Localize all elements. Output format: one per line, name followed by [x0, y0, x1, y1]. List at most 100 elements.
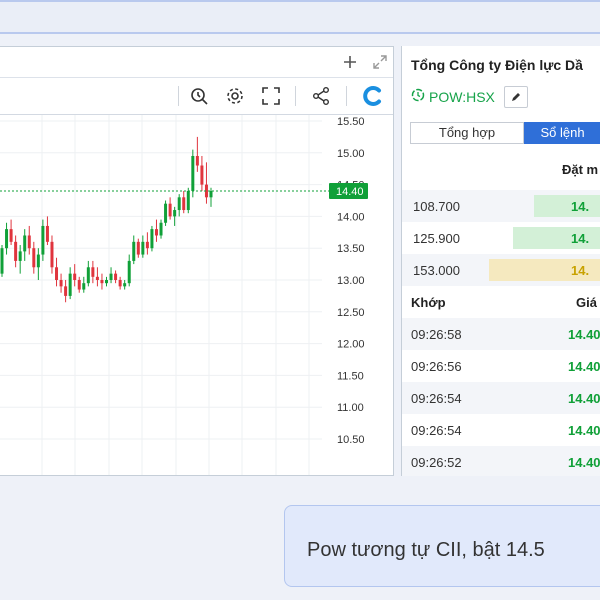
candle-body — [64, 286, 68, 296]
plus-icon[interactable] — [338, 50, 362, 74]
candle — [186, 187, 190, 214]
candle — [136, 238, 140, 258]
order-row[interactable]: 125.900 14. — [402, 222, 600, 254]
candle — [105, 276, 108, 287]
candle — [145, 232, 149, 255]
order-row[interactable]: 108.700 14. — [402, 190, 600, 222]
chart-toolbar — [0, 78, 393, 115]
candle — [86, 260, 90, 287]
match-row[interactable]: 09:26:54 14.40 — [402, 382, 600, 414]
candle-body — [132, 241, 136, 261]
candle-body — [95, 276, 99, 280]
y-tick-label: 10.50 — [337, 434, 365, 446]
y-tick-label: 12.00 — [337, 339, 365, 351]
match-row[interactable]: 09:26:54 14.40 — [402, 414, 600, 446]
match-time: 09:26:54 — [411, 391, 462, 406]
candle — [154, 219, 158, 242]
order-row[interactable]: 153.000 14. — [402, 254, 600, 286]
candle-body — [59, 280, 63, 287]
order-price: 14. — [571, 231, 590, 246]
candle-body — [150, 229, 154, 249]
candle — [109, 267, 113, 284]
match-price: 14.40 — [568, 327, 600, 342]
stock-info-panel: Tổng Công ty Điện lực Dầ POW:HSX Tổng hợ… — [401, 46, 600, 476]
candle — [177, 194, 181, 217]
match-price-header: Giá — [576, 295, 597, 310]
candle-body — [136, 241, 140, 255]
order-volume-bar: 14. — [534, 195, 600, 217]
candle-body — [186, 190, 190, 211]
candle — [127, 254, 131, 287]
candle-body — [73, 273, 77, 280]
candle-body — [154, 229, 158, 236]
candle-body — [100, 280, 104, 284]
share-icon[interactable] — [309, 84, 333, 108]
candle — [150, 225, 154, 252]
candle — [14, 235, 18, 268]
candle-body — [50, 241, 54, 268]
candle-body — [0, 248, 4, 274]
price-chart[interactable]: 15.5015.0014.5014.0013.5013.0012.5012.00… — [0, 115, 394, 476]
candle-body — [23, 235, 27, 252]
expand-icon[interactable] — [368, 50, 392, 74]
y-tick-label: 14.00 — [337, 211, 365, 223]
match-time: 09:26:54 — [411, 423, 462, 438]
candle — [9, 219, 13, 246]
fullscreen-icon[interactable] — [259, 84, 283, 108]
candle-body — [5, 229, 9, 249]
candle-body — [109, 273, 113, 280]
chart-panel: 15.5015.0014.5014.0013.5013.0012.5012.00… — [0, 46, 394, 476]
ticker-symbol[interactable]: POW:HSX — [429, 89, 495, 105]
candle — [27, 225, 31, 255]
candle — [164, 200, 168, 226]
candle — [36, 248, 40, 280]
toolbar-divider — [295, 86, 296, 106]
edit-ticker-button[interactable] — [503, 86, 528, 108]
candle — [159, 219, 163, 239]
candle — [82, 276, 86, 293]
candle — [123, 280, 127, 290]
brand-logo-icon[interactable] — [361, 84, 385, 108]
top-bar — [0, 0, 600, 34]
candle — [182, 190, 186, 214]
candle — [59, 273, 63, 293]
match-price: 14.40 — [568, 391, 600, 406]
y-tick-label: 15.00 — [337, 148, 365, 160]
candle-body — [177, 197, 181, 211]
candle-body — [127, 260, 131, 284]
candle — [95, 267, 99, 287]
candle — [195, 136, 199, 172]
candle — [114, 270, 118, 284]
candle-body — [168, 203, 172, 217]
candle — [77, 276, 81, 293]
last-price-label: 14.40 — [336, 186, 364, 198]
match-price: 14.40 — [568, 455, 600, 470]
y-tick-label: 13.00 — [337, 275, 365, 287]
candle-body — [200, 165, 204, 185]
candle — [32, 241, 36, 274]
order-book-header: Đặt m — [402, 150, 600, 186]
ticker-row: POW:HSX — [411, 86, 528, 108]
candle-body — [118, 280, 122, 287]
match-price: 14.40 — [568, 423, 600, 438]
candle — [73, 264, 77, 287]
zoom-icon[interactable] — [187, 84, 211, 108]
settings-icon[interactable] — [223, 84, 247, 108]
match-row[interactable]: 09:26:52 14.40 — [402, 446, 600, 476]
candle — [168, 197, 172, 220]
candle-body — [141, 241, 145, 255]
candle-body — [45, 225, 49, 242]
match-row[interactable]: 09:26:58 14.40 — [402, 318, 600, 350]
candle-body — [159, 222, 163, 236]
clock-icon — [411, 88, 425, 107]
candle-body — [209, 190, 213, 198]
candle-body — [191, 155, 195, 191]
candle-body — [123, 283, 127, 287]
tab-orderbook[interactable]: Sổ lệnh — [524, 122, 600, 144]
order-price-header: Đặt m — [562, 162, 599, 177]
match-row[interactable]: 09:26:56 14.40 — [402, 350, 600, 382]
chart-canvas[interactable]: 15.5015.0014.5014.0013.5013.0012.5012.00… — [0, 115, 394, 476]
tab-summary[interactable]: Tổng hợp — [410, 122, 524, 144]
candle — [100, 273, 104, 290]
chat-message[interactable]: Pow tương tự CII, bật 14.5 — [284, 505, 600, 587]
